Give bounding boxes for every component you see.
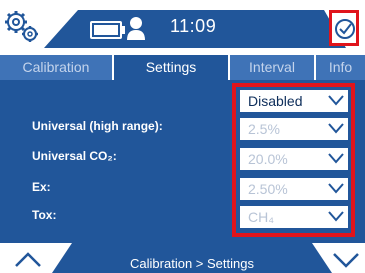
label-ex: Ex: <box>32 180 51 194</box>
tox-dropdown[interactable]: CH₄ <box>240 206 348 228</box>
chevron-down-icon <box>328 153 344 164</box>
status-bar: 11:09 <box>0 0 365 55</box>
label-tox: Tox: <box>32 208 57 222</box>
ex-dropdown[interactable]: 2.50% <box>240 178 348 200</box>
tab-interval[interactable]: Interval <box>230 55 314 80</box>
chevron-down-icon <box>328 211 344 222</box>
confirm-button[interactable] <box>329 10 359 46</box>
tox-value: CH₄ <box>248 209 274 225</box>
chevron-up-icon[interactable] <box>14 250 42 268</box>
label-universal-co2: Universal CO₂: <box>32 149 117 163</box>
chevron-down-icon <box>328 123 344 134</box>
tab-info[interactable]: Info <box>316 55 365 80</box>
clock-time: 11:09 <box>170 16 217 36</box>
tab-settings[interactable]: Settings <box>114 55 228 80</box>
chevron-down-icon <box>328 95 344 106</box>
universal-co2-dropdown[interactable]: 20.0% <box>240 148 348 170</box>
universal-high-range-dropdown[interactable]: 2.5% <box>240 118 348 140</box>
breadcrumb: Calibration > Settings <box>130 256 254 271</box>
chevron-down-icon[interactable] <box>332 250 360 268</box>
gears-icon[interactable] <box>2 8 42 46</box>
user-icon <box>126 16 146 40</box>
mode-dropdown-value: Disabled <box>248 93 303 109</box>
universal-high-range-value: 2.5% <box>248 121 280 137</box>
ex-value: 2.50% <box>248 181 288 197</box>
chevron-down-icon <box>328 183 344 194</box>
tab-bar: Calibration Settings Interval Info <box>0 55 365 80</box>
universal-co2-value: 20.0% <box>248 151 288 167</box>
mode-dropdown[interactable]: Disabled <box>240 90 348 112</box>
check-circle-icon <box>335 19 355 39</box>
label-universal-high-range: Universal (high range): <box>32 119 163 133</box>
battery-icon <box>90 21 125 39</box>
tab-calibration[interactable]: Calibration <box>0 55 112 80</box>
